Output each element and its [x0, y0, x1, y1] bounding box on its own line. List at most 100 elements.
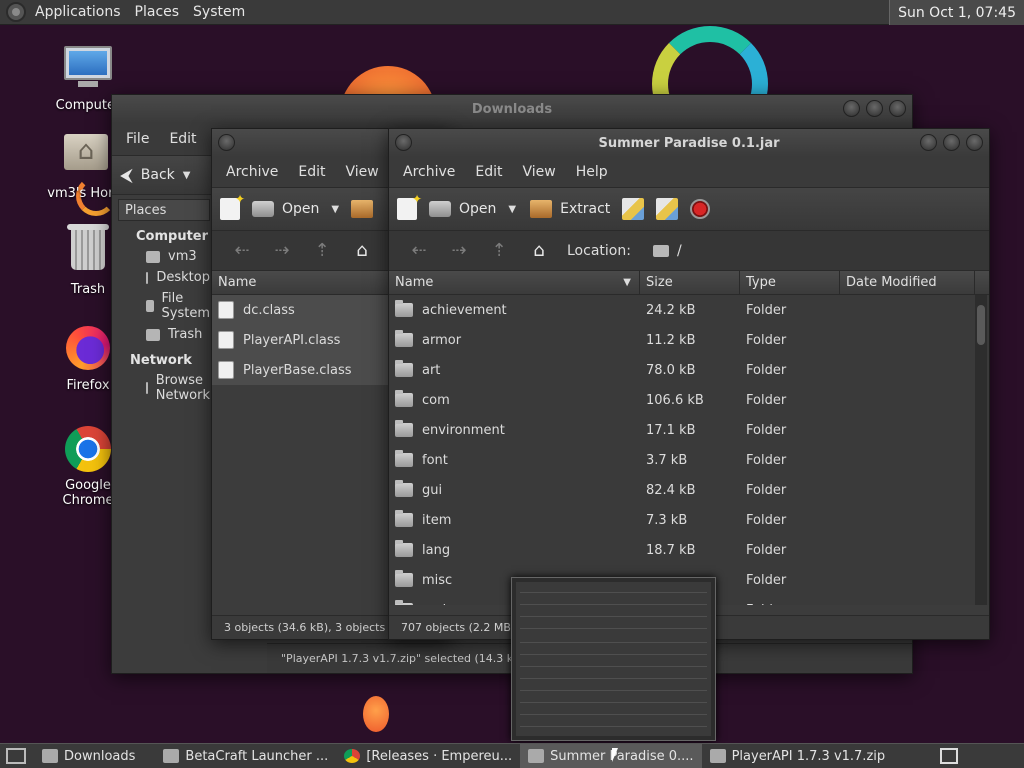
sidebar-item-trash[interactable]: Trash [118, 324, 210, 345]
class-file-icon [218, 361, 234, 379]
menu-edit[interactable]: Edit [159, 131, 206, 147]
extract-icon[interactable] [351, 200, 374, 218]
table-row[interactable]: gui 82.4 kB Folder [389, 475, 989, 505]
column-size[interactable]: Size [640, 271, 740, 294]
sidebar-item-vm3[interactable]: vm3 [118, 246, 210, 267]
vertical-scrollbar[interactable] [975, 295, 987, 605]
back-arrow-icon[interactable]: ⇠ [399, 240, 439, 261]
minimize-button[interactable] [843, 100, 860, 117]
maximize-button[interactable] [943, 134, 960, 151]
clock[interactable]: Sun Oct 1, 07:45 [889, 0, 1024, 25]
firefox-icon [64, 326, 112, 374]
minimize-button[interactable] [920, 134, 937, 151]
scrollbar-thumb[interactable] [977, 305, 985, 345]
table-row[interactable]: lang 18.7 kB Folder [389, 535, 989, 565]
class-file-icon [218, 331, 234, 349]
column-name[interactable]: Name ▼ [389, 271, 640, 294]
folder-icon [395, 300, 413, 317]
window-title: Downloads [471, 101, 553, 117]
open-label: Open [282, 201, 320, 217]
table-row[interactable]: font 3.7 kB Folder [389, 445, 989, 475]
places-header[interactable]: Places [118, 199, 210, 221]
network-icon [146, 382, 148, 394]
drive-icon [146, 300, 154, 312]
workspace-switcher-icon[interactable] [940, 748, 958, 764]
window-thumbnail-preview[interactable] [511, 577, 716, 741]
sidebar-item-filesystem[interactable]: File System [118, 288, 210, 324]
window-title: Summer Paradise 0.1.jar [598, 135, 780, 151]
open-button[interactable]: Open [429, 201, 496, 217]
table-row[interactable]: environment 17.1 kB Folder [389, 415, 989, 445]
task-playerapi[interactable]: PlayerAPI 1.7.3 v1.7.zip [702, 744, 894, 768]
bottom-taskbar: Downloads BetaCraft Launcher ... [Releas… [0, 743, 1024, 768]
places-sidebar: Places Computer vm3 Desktop File System … [112, 195, 210, 406]
table-row[interactable]: item 7.3 kB Folder [389, 505, 989, 535]
summer-column-header: Name ▼ Size Type Date Modified [389, 271, 989, 295]
summer-menubar: Archive Edit View Help [389, 157, 989, 187]
menu-archive[interactable]: Archive [393, 164, 465, 180]
open-button[interactable]: Open [252, 201, 319, 217]
task-downloads[interactable]: Downloads [34, 744, 143, 768]
chevron-down-icon[interactable]: ▼ [183, 170, 191, 181]
application-icon [163, 749, 180, 763]
menu-system[interactable]: System [186, 4, 252, 20]
task-summer-paradise[interactable]: Summer Paradise 0.... [520, 744, 702, 768]
table-row[interactable]: achievement 24.2 kB Folder [389, 295, 989, 325]
up-arrow-icon[interactable]: ⇡ [479, 240, 519, 261]
menu-view[interactable]: View [513, 164, 566, 180]
task-betacraft[interactable]: BetaCraft Launcher ... [155, 744, 336, 768]
extract-button[interactable]: Extract [530, 200, 610, 218]
close-button[interactable] [966, 134, 983, 151]
mouse-cursor [612, 748, 618, 762]
home-icon[interactable]: ⌂ [342, 240, 382, 261]
stop-button[interactable] [690, 199, 711, 219]
table-row[interactable]: art 78.0 kB Folder [389, 355, 989, 385]
folder-icon [395, 390, 413, 407]
back-button[interactable]: ⮜ Back ▼ [120, 165, 190, 186]
home-folder-icon [64, 134, 112, 182]
menu-file[interactable]: File [116, 131, 159, 147]
chevron-down-icon[interactable]: ▼ [508, 204, 516, 215]
back-arrow-icon[interactable]: ⇠ [222, 240, 262, 261]
maximize-button[interactable] [866, 100, 883, 117]
menu-archive[interactable]: Archive [216, 164, 288, 180]
menu-edit[interactable]: Edit [288, 164, 335, 180]
new-archive-button[interactable] [397, 192, 422, 220]
menu-edit[interactable]: Edit [465, 164, 512, 180]
show-desktop-icon[interactable] [6, 748, 26, 764]
menu-view[interactable]: View [336, 164, 389, 180]
window-menu-button[interactable] [395, 134, 412, 151]
menu-applications[interactable]: Applications [28, 4, 128, 20]
home-icon[interactable]: ⌂ [519, 240, 559, 261]
distro-logo-icon[interactable] [6, 2, 26, 22]
back-label: Back [140, 167, 175, 183]
menu-places[interactable]: Places [128, 4, 187, 20]
summer-titlebar[interactable]: Summer Paradise 0.1.jar [389, 129, 989, 157]
add-files-button[interactable] [622, 198, 645, 220]
chevron-down-icon[interactable]: ▼ [331, 204, 339, 215]
forward-arrow-icon[interactable]: ⇢ [439, 240, 479, 261]
back-arrow-icon: ⮜ [120, 164, 133, 186]
downloads-titlebar[interactable]: Downloads [112, 95, 912, 123]
add-folder-button[interactable] [656, 198, 679, 220]
menu-help[interactable]: Help [566, 164, 618, 180]
close-button[interactable] [889, 100, 906, 117]
extract-icon [530, 200, 553, 218]
window-menu-button[interactable] [218, 134, 235, 151]
home-icon [146, 250, 160, 263]
column-type[interactable]: Type [740, 271, 840, 294]
extract-label: Extract [560, 201, 611, 217]
forward-arrow-icon[interactable]: ⇢ [262, 240, 302, 261]
table-row[interactable]: com 106.6 kB Folder [389, 385, 989, 415]
sidebar-section-computer: Computer [136, 229, 209, 244]
up-arrow-icon[interactable]: ⇡ [302, 240, 342, 261]
table-row[interactable]: armor 11.2 kB Folder [389, 325, 989, 355]
sidebar-item-desktop[interactable]: Desktop [118, 267, 210, 288]
sidebar-item-browse-network[interactable]: Browse Network [118, 370, 210, 406]
task-chrome-releases[interactable]: [Releases · Empereu... [336, 744, 520, 768]
summer-navbar: ⇠ ⇢ ⇡ ⌂ Location: / [389, 231, 989, 271]
new-document-icon [220, 192, 245, 220]
location-value[interactable]: / [677, 243, 682, 259]
new-archive-button[interactable] [220, 192, 245, 220]
column-date-modified[interactable]: Date Modified [840, 271, 975, 294]
